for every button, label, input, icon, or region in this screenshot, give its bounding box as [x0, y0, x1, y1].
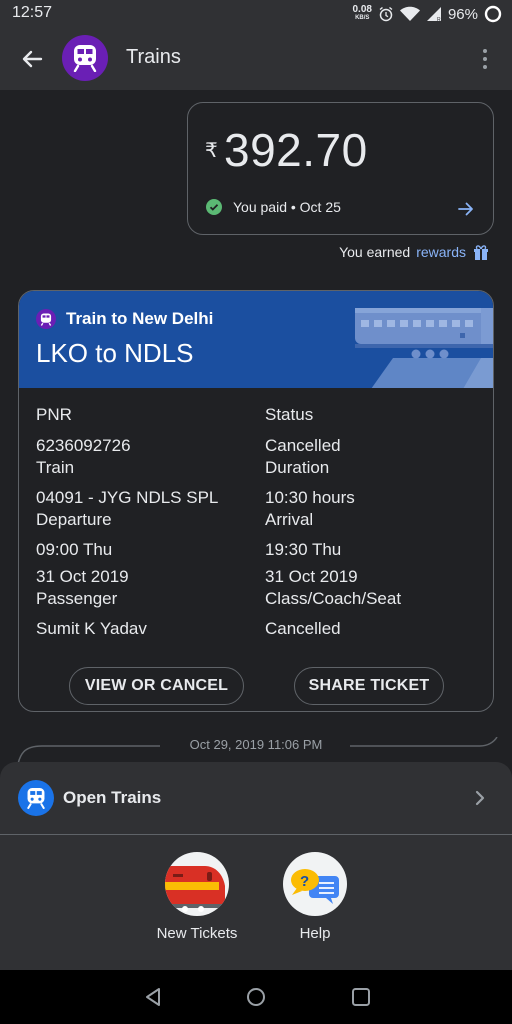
share-ticket-button[interactable]: SHARE TICKET — [294, 667, 444, 705]
view-or-cancel-button[interactable]: VIEW OR CANCEL — [69, 667, 244, 705]
ticket-subtitle: Train to New Delhi — [66, 309, 214, 328]
ticket-route: LKO to NDLS — [36, 338, 194, 368]
help-chat-illustration: ? — [283, 852, 347, 916]
battery-icon — [484, 5, 502, 23]
rewards-prefix: You earned — [339, 244, 411, 260]
rewards-link[interactable]: rewards — [416, 244, 466, 260]
train-front-illustration — [165, 852, 229, 916]
class-coach-seat-label: Class/Coach/Seat — [265, 589, 402, 608]
train-icon — [18, 780, 54, 816]
app-logo — [62, 35, 108, 81]
timestamp-separator: Oct 29, 2019 11:06 PM — [189, 737, 323, 752]
open-trains-row[interactable]: Open Trains — [0, 762, 512, 834]
status-icons: 0.08 KB/S R 96% — [353, 3, 503, 25]
net-speed-value: 0.08 — [352, 4, 372, 15]
svg-text:R: R — [437, 17, 441, 22]
net-speed-unit: KB/S — [355, 15, 370, 21]
duration-value: 10:30 hours — [265, 488, 355, 507]
svg-text:?: ? — [300, 873, 309, 890]
class-coach-seat-value: Cancelled — [265, 619, 341, 638]
arrival-time: 19:30 Thu — [265, 540, 342, 559]
payment-status: You paid • Oct 25 — [206, 199, 341, 215]
arrow-left-icon[interactable] — [18, 45, 46, 73]
ticket-header: Train to New Delhi LKO to NDLS — [19, 291, 493, 388]
status-time: 12:57 — [12, 4, 53, 21]
payment-card[interactable]: ₹ 392.70 You paid • Oct 25 — [187, 102, 494, 235]
status-bar: 12:57 0.08 KB/S R 96% — [0, 0, 512, 28]
currency-symbol: ₹ — [205, 140, 218, 162]
app-bar: Trains — [0, 28, 512, 90]
back-triangle-icon[interactable] — [141, 984, 167, 1010]
help-label: Help — [299, 925, 331, 942]
arrival-date: 31 Oct 2019 — [265, 567, 358, 586]
ticket-subtitle-row: Train to New Delhi — [36, 309, 213, 329]
train-icon — [36, 309, 56, 329]
new-tickets-action[interactable]: New Tickets — [147, 852, 247, 942]
departure-label: Departure — [36, 510, 112, 529]
recents-square-icon[interactable] — [348, 984, 374, 1010]
new-tickets-label: New Tickets — [156, 925, 238, 942]
wifi-icon — [399, 6, 420, 21]
passenger-value: Sumit K Yadav — [36, 619, 147, 638]
pnr-value: 6236092726 — [36, 436, 131, 455]
check-circle-icon — [206, 199, 222, 215]
train-label: Train — [36, 458, 75, 477]
departure-time: 09:00 Thu — [36, 540, 113, 559]
payment-amount: 392.70 — [224, 124, 368, 176]
system-nav-bar — [0, 970, 512, 1024]
departure-date: 31 Oct 2019 — [36, 567, 129, 586]
passenger-label: Passenger — [36, 589, 118, 608]
duration-label: Duration — [265, 458, 330, 477]
home-circle-icon[interactable] — [243, 984, 269, 1010]
status-label: Status — [265, 405, 314, 424]
chevron-right-icon — [475, 790, 485, 806]
arrival-label: Arrival — [265, 510, 314, 529]
divider — [0, 834, 512, 835]
help-action[interactable]: ? Help — [265, 852, 365, 942]
alarm-icon — [379, 6, 393, 22]
arrow-right-icon[interactable] — [457, 200, 475, 218]
gift-icon — [474, 245, 488, 260]
bottom-sheet: Open Trains New Tickets ? Help — [0, 762, 512, 970]
battery-percent: 96% — [447, 5, 478, 23]
open-trains-label: Open Trains — [63, 788, 162, 807]
more-vert-icon[interactable] — [476, 46, 494, 72]
rewards-row: You earned rewards — [339, 243, 490, 261]
pnr-label: PNR — [36, 405, 72, 424]
train-value: 04091 - JYG NDLS SPL — [36, 488, 219, 507]
payment-status-text: You paid • Oct 25 — [233, 199, 341, 215]
signal-icon: R — [426, 7, 441, 22]
status-value: Cancelled — [265, 436, 341, 455]
page-title: Trains — [126, 46, 181, 68]
train-illustration — [355, 308, 493, 388]
net-speed: 0.08 KB/S — [352, 4, 372, 22]
train-icon — [73, 45, 97, 72]
ticket-card: Train to New Delhi LKO to NDLS PNR 62360… — [18, 290, 494, 712]
